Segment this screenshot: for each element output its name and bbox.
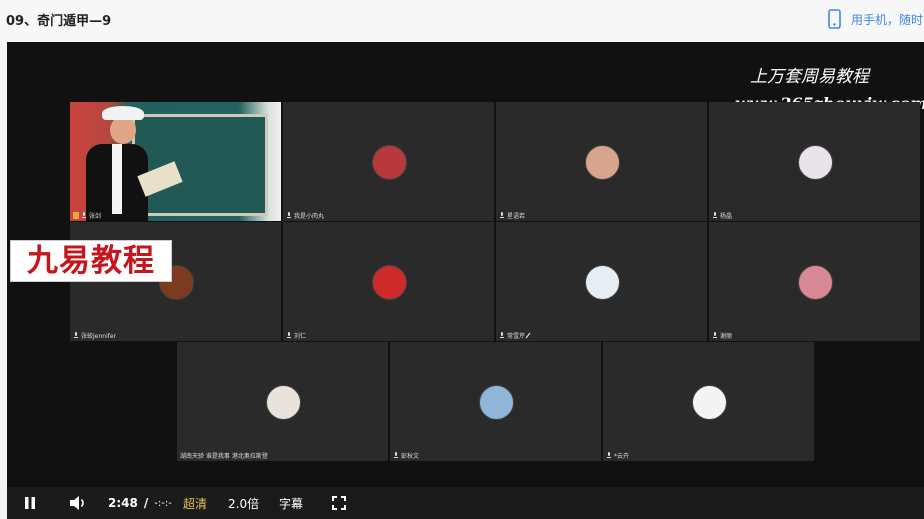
quality-button[interactable]: 超清 bbox=[183, 487, 207, 519]
subtitle-button[interactable]: 字幕 bbox=[279, 487, 303, 519]
participant-name: 湖南天骄 谁是我事 港北奥拉斯登 bbox=[180, 453, 268, 460]
duration: -:-:- bbox=[154, 497, 172, 509]
video-frame[interactable]: 上万套周易教程 www.265zhouyiw.com 张剑 bbox=[7, 42, 924, 487]
teacher-face bbox=[110, 116, 136, 144]
mic-icon bbox=[74, 332, 78, 338]
participant-name: 张蛟Jennifer bbox=[73, 331, 116, 340]
participant-tile: *云卉 bbox=[603, 342, 814, 461]
participant-name: 杨晶 bbox=[712, 211, 732, 220]
participant-avatar bbox=[692, 385, 727, 420]
participant-tile: 湖南天骄 谁是我事 港北奥拉斯登 bbox=[177, 342, 388, 461]
mic-icon bbox=[500, 332, 504, 338]
phone-icon bbox=[828, 9, 841, 29]
pause-icon bbox=[25, 497, 35, 509]
volume-icon bbox=[70, 496, 84, 510]
participant-name: 谢丽 bbox=[712, 331, 732, 340]
participant-tile: 星语若 bbox=[496, 102, 707, 221]
participant-name: 常雪芹 bbox=[499, 331, 533, 340]
participant-tile: 我是小肉丸 bbox=[283, 102, 494, 221]
participant-avatar bbox=[798, 265, 833, 300]
page-title: 09、奇门遁甲—9 bbox=[6, 14, 112, 29]
fullscreen-button[interactable] bbox=[332, 487, 346, 519]
time-separator: / bbox=[143, 496, 149, 510]
teacher-shirt bbox=[112, 144, 122, 214]
mobile-link[interactable]: 用手机，随时 bbox=[828, 8, 923, 30]
participant-name: 彭秋文 bbox=[393, 451, 419, 460]
mic-icon bbox=[713, 212, 717, 218]
participant-avatar bbox=[372, 145, 407, 180]
participant-name: 刘仁 bbox=[286, 331, 306, 340]
participant-avatar bbox=[798, 145, 833, 180]
blackboard bbox=[132, 114, 268, 216]
mic-icon bbox=[287, 332, 291, 338]
mic-icon bbox=[394, 452, 398, 458]
volume-button[interactable] bbox=[69, 487, 87, 519]
participant-avatar bbox=[585, 145, 620, 180]
participant-name: *云卉 bbox=[606, 451, 629, 460]
mic-icon bbox=[82, 212, 86, 218]
mic-icon bbox=[713, 332, 717, 338]
player-controls: 2:48 / -:-:- 超清 2.0倍 字幕 bbox=[7, 487, 924, 519]
participant-tile: 常雪芹 bbox=[496, 222, 707, 341]
participant-avatar bbox=[585, 265, 620, 300]
fullscreen-icon bbox=[332, 496, 346, 510]
speed-button[interactable]: 2.0倍 bbox=[228, 487, 259, 519]
participant-avatar bbox=[479, 385, 514, 420]
participant-tile: 杨晶 bbox=[709, 102, 920, 221]
participant-tile: 谢丽 bbox=[709, 222, 920, 341]
teacher-hat bbox=[102, 106, 144, 120]
mobile-link-label: 用手机，随时 bbox=[851, 12, 924, 27]
participant-avatar bbox=[266, 385, 301, 420]
participant-tile-teacher: 张剑 bbox=[70, 102, 281, 221]
mic-icon bbox=[287, 212, 291, 218]
current-time: 2:48 bbox=[108, 496, 138, 510]
mic-icon bbox=[500, 212, 504, 218]
participant-avatar bbox=[372, 265, 407, 300]
watermark-logo: 九易教程 bbox=[10, 240, 172, 282]
pause-button[interactable] bbox=[23, 487, 37, 519]
host-icon bbox=[73, 212, 79, 219]
time-display: 2:48 / -:-:- bbox=[108, 487, 172, 519]
participant-tile: 刘仁 bbox=[283, 222, 494, 341]
participant-name: 我是小肉丸 bbox=[286, 211, 324, 220]
mic-icon bbox=[607, 452, 611, 458]
video-player[interactable]: 上万套周易教程 www.265zhouyiw.com 张剑 bbox=[7, 42, 924, 519]
header-bar: 09、奇门遁甲—9 用手机，随时 bbox=[0, 0, 924, 40]
participant-tile: 彭秋文 bbox=[390, 342, 601, 461]
participant-name: 星语若 bbox=[499, 211, 525, 220]
pencil-icon bbox=[525, 332, 531, 339]
participant-name: 张剑 bbox=[73, 211, 101, 220]
